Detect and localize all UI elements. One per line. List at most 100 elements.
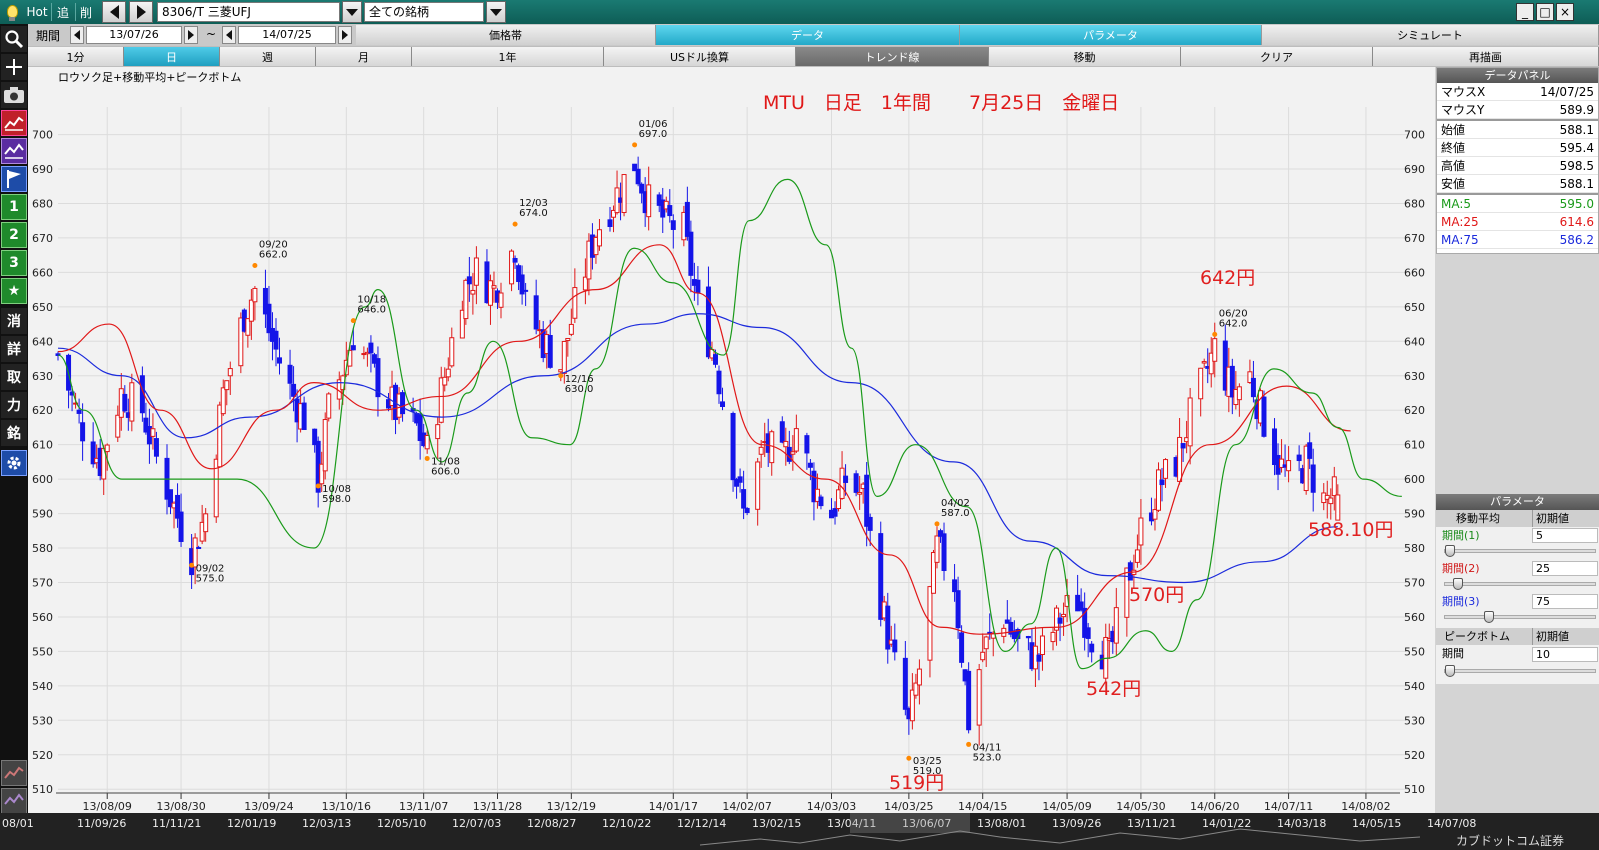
tab-weekly[interactable]: 週 (220, 47, 316, 66)
candle-body (688, 231, 694, 276)
ma-init-button[interactable]: 初期値 (1532, 510, 1569, 527)
peak-bottom-period-input[interactable]: 10 (1532, 647, 1598, 662)
candle-body (115, 414, 121, 438)
slider-knob[interactable] (1445, 545, 1455, 557)
candle-body (80, 422, 86, 442)
chart-line-icon[interactable] (1, 110, 27, 136)
layout-3-button[interactable]: 3 (1, 250, 27, 276)
chevron-down-icon (490, 8, 502, 16)
power-button[interactable]: 力 (1, 392, 27, 418)
tab-price-band[interactable]: 価格帯 (356, 25, 656, 45)
tab-1min[interactable]: 1分 (28, 47, 124, 66)
camera-icon[interactable] (1, 82, 27, 108)
add-button[interactable]: 追 (53, 2, 73, 22)
overview-date-label: 13/02/15 (752, 817, 801, 830)
tab-trendline[interactable]: トレンド線 (796, 47, 989, 66)
y-tick-left: 570 (32, 576, 53, 589)
ma-period-slider[interactable] (1444, 578, 1596, 590)
hot-button[interactable]: Hot (24, 2, 50, 22)
layout-2-button[interactable]: 2 (1, 222, 27, 248)
peak-dot (350, 318, 356, 324)
peak-bottom-init-button[interactable]: 初期値 (1532, 628, 1569, 645)
y-tick-left: 690 (32, 163, 53, 176)
price-annotation: 588.10円 (1308, 519, 1393, 541)
plus-icon[interactable] (1, 54, 27, 80)
ma-period-input[interactable]: 75 (1532, 594, 1598, 609)
slider-knob[interactable] (1453, 578, 1464, 590)
symbol-dropdown-button[interactable] (342, 1, 362, 23)
tab-simulate[interactable]: シミュレート (1262, 25, 1599, 45)
overview-strip-canvas[interactable]: 08/01 11/09/26 11/11/21 12/01/19 12/03/13 12/… (0, 813, 1599, 850)
from-prev-button[interactable] (70, 26, 84, 44)
tab-clear[interactable]: クリア (1181, 47, 1373, 66)
tab-redraw[interactable]: 再描画 (1373, 47, 1599, 66)
candle-body (758, 446, 764, 455)
indicator-icon[interactable] (1, 138, 27, 164)
x-tick-label: 13/11/07 (399, 800, 448, 813)
overview-date-label: 12/03/13 (302, 817, 351, 830)
from-next-button[interactable] (184, 26, 198, 44)
universe-select[interactable]: 全ての銘柄 (364, 2, 484, 22)
candle-body (755, 461, 761, 510)
candle-body (491, 285, 497, 289)
tab-data[interactable]: データ (656, 25, 960, 45)
tab-parameter[interactable]: パラメータ (960, 25, 1262, 45)
ma-period-slider[interactable] (1444, 545, 1596, 557)
y-tick-right: 600 (1404, 473, 1425, 486)
peak-bottom-period-slider[interactable] (1444, 665, 1596, 677)
lightbulb-icon[interactable] (3, 2, 21, 22)
candle-body (368, 342, 374, 354)
chart-canvas[interactable]: 510 510 520 520 530 530 540 540 550 550 560 560 570 5… (28, 67, 1435, 813)
chart-purple-mini-icon[interactable] (1, 788, 27, 814)
next-symbol-button[interactable] (129, 1, 153, 23)
close-button[interactable]: × (1556, 3, 1574, 21)
y-tick-right: 630 (1404, 370, 1425, 383)
slider-knob[interactable] (1445, 665, 1455, 677)
peak-label: 09/02575.0 (196, 563, 225, 584)
ma-period-input[interactable]: 25 (1532, 561, 1598, 576)
slider-knob[interactable] (1484, 611, 1495, 623)
to-date-input[interactable]: 14/07/25 (238, 26, 336, 44)
universe-dropdown-button[interactable] (486, 1, 506, 23)
x-tick-label: 13/08/09 (83, 800, 132, 813)
chart-red-mini-icon[interactable] (1, 760, 27, 786)
ma-period-input[interactable]: 5 (1532, 528, 1598, 543)
stock-button[interactable]: 銘 (1, 420, 27, 446)
overview-date-label: 12/01/19 (227, 817, 276, 830)
flag-icon[interactable] (1, 166, 27, 192)
from-date-input[interactable]: 13/07/26 (86, 26, 182, 44)
trade-button[interactable]: 取 (1, 364, 27, 390)
peak-label: 04/11523.0 (973, 742, 1002, 763)
maximize-button[interactable]: □ (1536, 3, 1554, 21)
ma-period-slider[interactable] (1444, 611, 1596, 623)
erase-button[interactable]: 消 (1, 308, 27, 334)
to-next-button[interactable] (338, 26, 352, 44)
tab-daily[interactable]: 日 (124, 47, 220, 66)
candle-body (561, 340, 567, 374)
to-prev-button[interactable] (222, 26, 236, 44)
symbol-input[interactable]: 8306/T 三菱UFJ (157, 2, 340, 22)
delete-button[interactable]: 削 (76, 2, 96, 22)
candle-body (730, 412, 736, 481)
tab-usd-convert[interactable]: USドル換算 (604, 47, 796, 66)
tab-move[interactable]: 移動 (989, 47, 1181, 66)
favorite-star-icon[interactable]: ★ (1, 278, 27, 304)
ma-period-label: 期間(2) (1442, 562, 1480, 575)
search-icon[interactable] (1, 26, 27, 52)
detail-button[interactable]: 詳 (1, 336, 27, 362)
peak-bottom-period-label: 期間 (1442, 647, 1464, 660)
candlestick-chart[interactable]: 510 510 520 520 530 530 540 540 550 550 560 560 570 5… (28, 67, 1435, 813)
candle-body (220, 387, 226, 415)
prev-symbol-button[interactable] (102, 1, 126, 23)
minimize-button[interactable]: _ (1516, 3, 1534, 21)
layout-1-button[interactable]: 1 (1, 194, 27, 220)
y-tick-right: 540 (1404, 680, 1425, 693)
x-tick-label: 13/12/19 (547, 800, 596, 813)
tab-1year[interactable]: 1年 (412, 47, 604, 66)
peak-label: 10/18646.0 (357, 295, 386, 316)
overview-date-strip[interactable]: 08/01 11/09/26 11/11/21 12/01/19 12/03/13 12/… (0, 813, 1599, 850)
overview-window[interactable] (850, 813, 970, 833)
tab-monthly[interactable]: 月 (316, 47, 412, 66)
candle-body (769, 431, 775, 464)
settings-gear-icon[interactable] (1, 450, 27, 476)
